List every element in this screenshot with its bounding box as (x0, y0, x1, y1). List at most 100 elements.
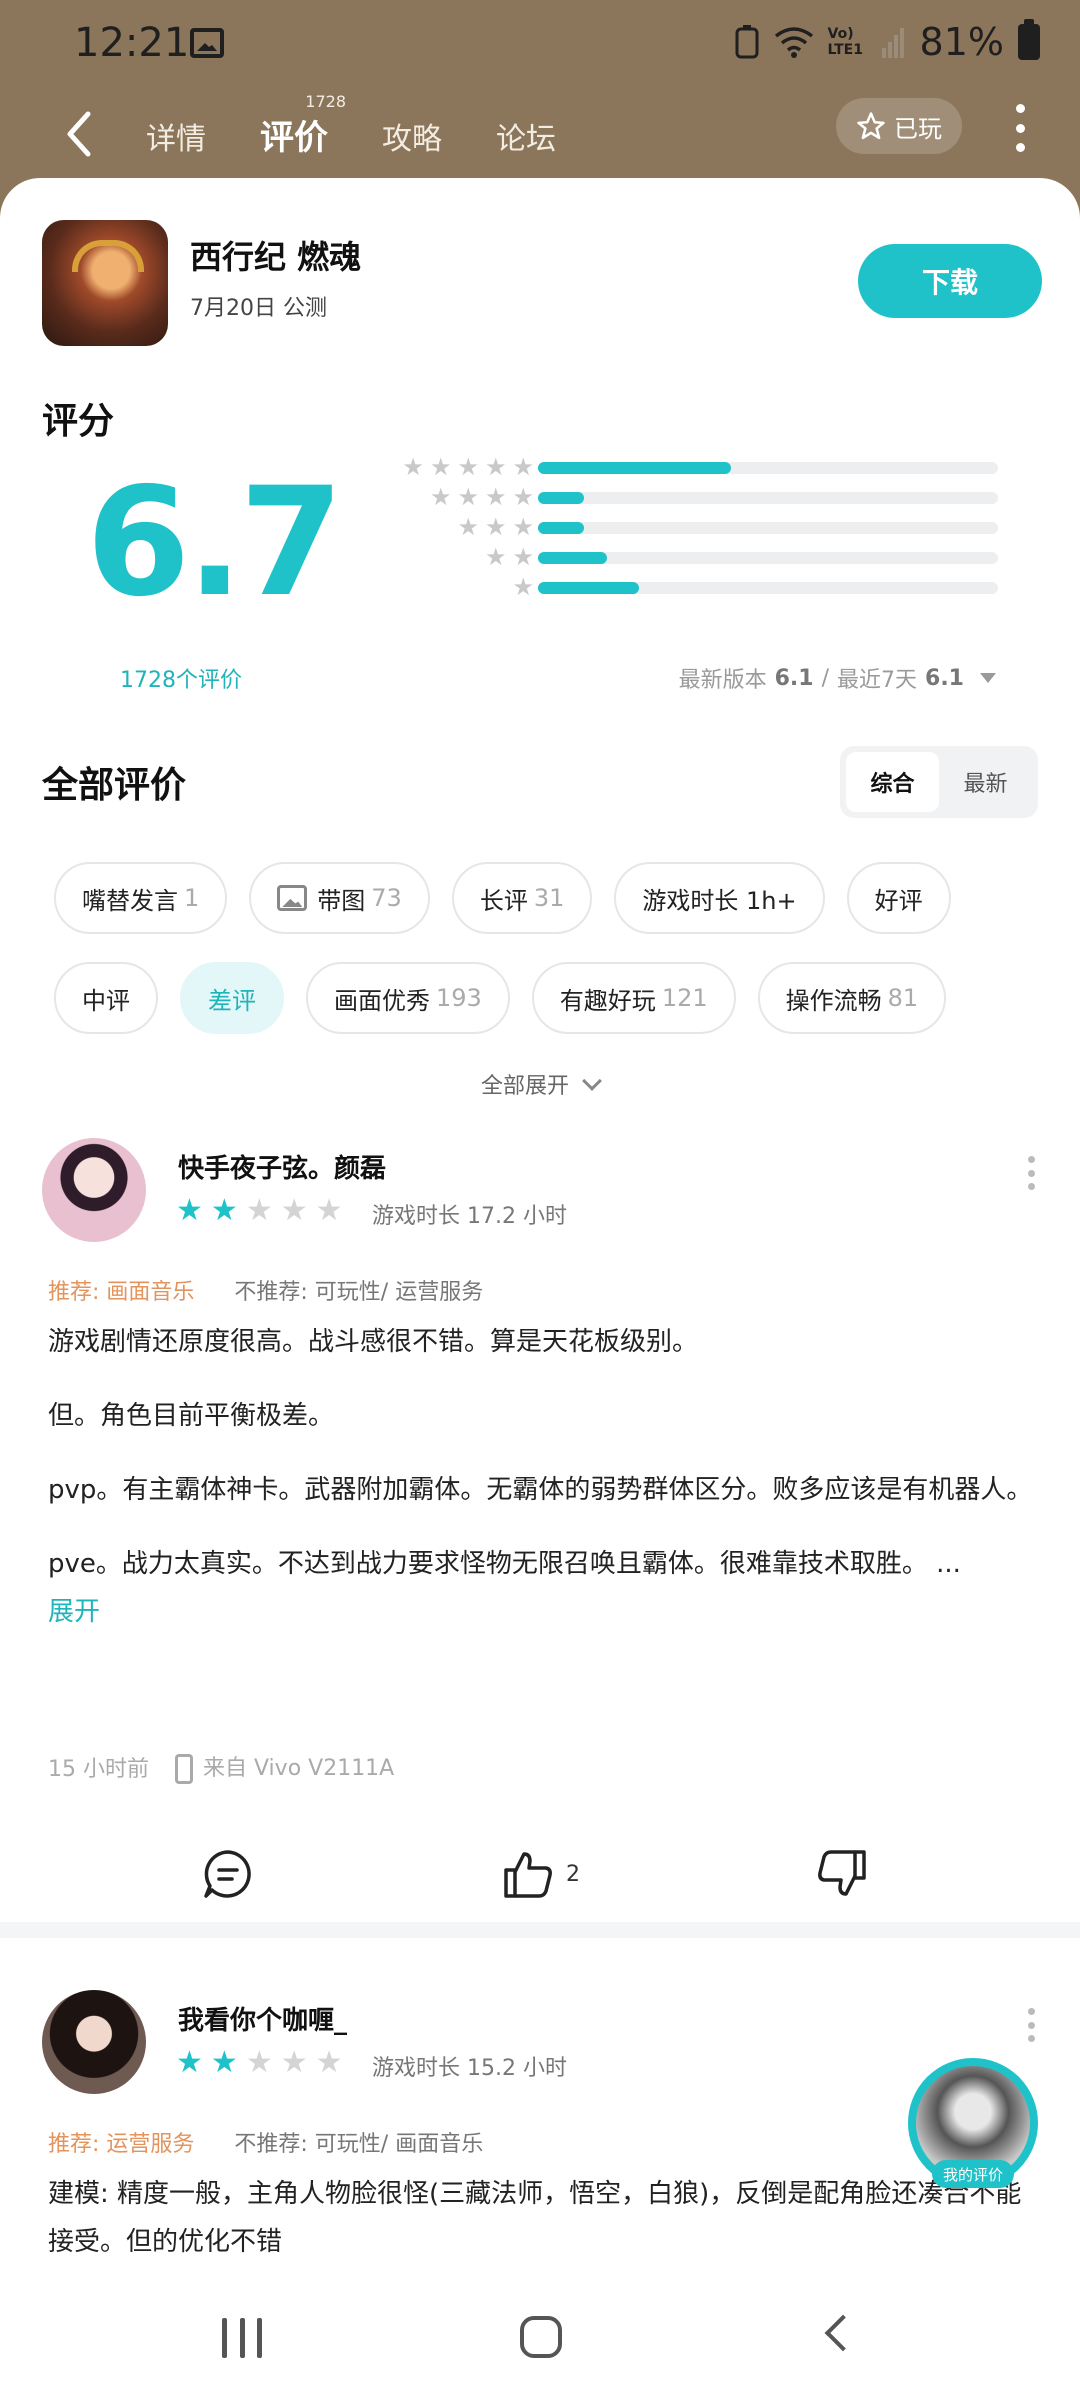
tab-guides[interactable]: 攻略 (382, 106, 442, 159)
review-paragraph: 游戏剧情还原度很高。战斗感很不错。算是天花板级别。 (48, 1327, 699, 1357)
tab-details[interactable]: 详情 (146, 106, 206, 159)
chip-count: 1 (184, 884, 200, 912)
content-sheet: 西行纪 燃魂 7月20日 公测 下载 评分 6.7 1728个评价 ★ ★ ★ ★ ★ ★… (0, 178, 1080, 2278)
home-icon[interactable] (520, 2316, 562, 2358)
distribution-stars: ★ ★ ★ (457, 512, 534, 542)
filter-chip[interactable]: 好评 (846, 862, 951, 934)
star-icon: ★ (210, 1193, 238, 1228)
filter-chip[interactable]: 操作流畅 81 (757, 962, 947, 1034)
expand-review-link[interactable]: 展开 (48, 1588, 1038, 1636)
distribution-bar-fill (538, 492, 584, 504)
version-score-selector[interactable]: 最新版本 6.1 / 最近7天 6.1 (679, 662, 996, 694)
distribution-bar-track (538, 462, 998, 474)
filter-chip[interactable]: 游戏时长 1h+ (614, 862, 825, 934)
star-icon: ★ (484, 483, 507, 511)
playtime: 游戏时长 15.2 小时 (372, 2056, 567, 2081)
section-divider (0, 1922, 1080, 1938)
star-icon: ★ (315, 2045, 343, 2080)
review-tags: 推荐: 运营服务 不推荐: 可玩性/ 画面音乐 (48, 2126, 483, 2158)
filter-chip[interactable]: 差评 (180, 962, 284, 1034)
played-label: 已玩 (894, 114, 942, 143)
chip-label: 操作流畅 (785, 986, 882, 1015)
comment-button[interactable] (202, 1848, 254, 1900)
like-button[interactable]: 2 (502, 1848, 580, 1900)
review-body[interactable]: 建模: 精度一般，主角人物脸很怪(三藏法师，悟空，白狼)，反倒是配角脸还凑合不能… (48, 2170, 1038, 2266)
battery-icon (1018, 19, 1040, 60)
filter-chip[interactable]: 有趣好玩 121 (531, 962, 736, 1034)
review-paragraph: pve。战力太真实。不达到战力要求怪物无限召唤且霸体。很难靠技术取胜。 ... (48, 1549, 961, 1579)
reviewer-name[interactable]: 我看你个咖喱_ (178, 2000, 347, 2037)
like-count: 2 (566, 1861, 580, 1887)
review-more-icon[interactable] (1026, 2008, 1036, 2042)
avatar[interactable] (42, 1138, 146, 1242)
star-icon: ★ (429, 453, 452, 481)
top-nav: 详情 评价 1728 攻略 论坛 已玩 (0, 88, 1080, 180)
tab-forum[interactable]: 论坛 (496, 106, 556, 159)
chip-count: 81 (887, 984, 919, 1012)
back-arrow-icon[interactable] (58, 106, 106, 162)
tab-reviews[interactable]: 评价 1728 (260, 92, 346, 159)
review-stars: ★ ★ ★ ★ ★ (176, 2048, 343, 2078)
distribution-bar-track (538, 552, 998, 564)
chip-label: 好评 (874, 886, 923, 915)
review-count-badge: 1728 (305, 92, 346, 111)
system-back-icon[interactable] (824, 2314, 862, 2352)
recent-apps-icon[interactable] (222, 2318, 262, 2358)
distribution-bar-track (538, 582, 998, 594)
network-label: Vo) LTE1 (827, 26, 863, 58)
star-icon: ★ (176, 1193, 203, 1228)
star-icon: ★ (429, 483, 452, 511)
chip-count: 73 (371, 884, 402, 912)
expand-all-button[interactable]: 全部展开 (0, 1068, 1080, 1100)
review-tags: 推荐: 画面音乐 不推荐: 可玩性/ 运营服务 (48, 1274, 483, 1306)
played-button[interactable]: 已玩 (836, 98, 962, 154)
filter-chip[interactable]: 画面优秀 193 (306, 962, 510, 1034)
expand-all-label: 全部展开 (480, 1074, 569, 1099)
sort-toggle: 综合 最新 (840, 746, 1038, 818)
my-review-button[interactable]: 我的评价 (908, 2058, 1038, 2188)
star-icon: ★ (315, 1193, 343, 1228)
filter-chip[interactable]: 嘴替发言 1 (54, 862, 228, 934)
filter-chip[interactable]: 中评 (54, 962, 158, 1034)
review-more-icon[interactable] (1026, 1156, 1036, 1190)
rating-count-link[interactable]: 1728个评价 (120, 662, 242, 694)
not-recommend-tag: 不推荐: 可玩性/ 画面音乐 (234, 2132, 484, 2157)
distribution-bar-fill (538, 462, 732, 474)
sort-option-latest[interactable]: 最新 (939, 752, 1032, 812)
download-button[interactable]: 下载 (858, 244, 1042, 318)
system-nav-bar (0, 2278, 1080, 2400)
review-body[interactable]: 游戏剧情还原度很高。战斗感很不错。算是天花板级别。 但。角色目前平衡极差。 pv… (48, 1318, 1038, 1636)
game-icon[interactable] (42, 220, 168, 346)
star-icon: ★ (457, 453, 479, 481)
filter-chip[interactable]: 长评 31 (451, 862, 593, 934)
review-meta: 15 小时前 来自 Vivo V2111A (48, 1750, 394, 1784)
distribution-bar-fill (538, 552, 607, 564)
game-release-info: 7月20日 公测 (190, 296, 327, 321)
separator: / (821, 665, 830, 691)
star-icon: ★ (512, 573, 534, 601)
distribution-row: ★ (340, 572, 1000, 602)
filter-chips: 嘴替发言 1 带图 73 长评 31 游戏时长 1h+ 好评 中评 差评 画面优秀 193 有趣好玩 1… (54, 862, 1034, 1062)
rating-heading: 评分 (42, 401, 115, 442)
recommend-tag: 推荐: 画面音乐 (48, 1280, 195, 1305)
star-icon: ★ (512, 483, 534, 511)
game-header: 西行纪 燃魂 7月20日 公测 下载 (42, 220, 1042, 350)
star-icon: ★ (457, 513, 479, 541)
filter-chip[interactable]: 带图 73 (249, 862, 430, 934)
dislike-button[interactable] (816, 1848, 868, 1900)
sort-option-overall[interactable]: 综合 (846, 752, 939, 812)
distribution-bar-fill (538, 582, 640, 594)
star-icon: ★ (280, 1193, 308, 1228)
chip-label: 带图 (317, 886, 366, 915)
battery-percent: 81% (919, 20, 1004, 64)
overall-score: 6.7 (86, 456, 344, 630)
distribution-row: ★ ★ (340, 542, 1000, 572)
thumbs-down-icon (818, 1850, 866, 1896)
distribution-bar-track (538, 522, 998, 534)
distribution-row: ★ ★ ★ (340, 512, 1000, 542)
reviewer-name[interactable]: 快手夜子弦。颜磊 (178, 1148, 386, 1185)
star-icon: ★ (402, 453, 424, 481)
avatar[interactable] (42, 1990, 146, 2094)
chip-label: 嘴替发言 (82, 886, 178, 915)
more-options-icon[interactable] (1012, 104, 1028, 152)
